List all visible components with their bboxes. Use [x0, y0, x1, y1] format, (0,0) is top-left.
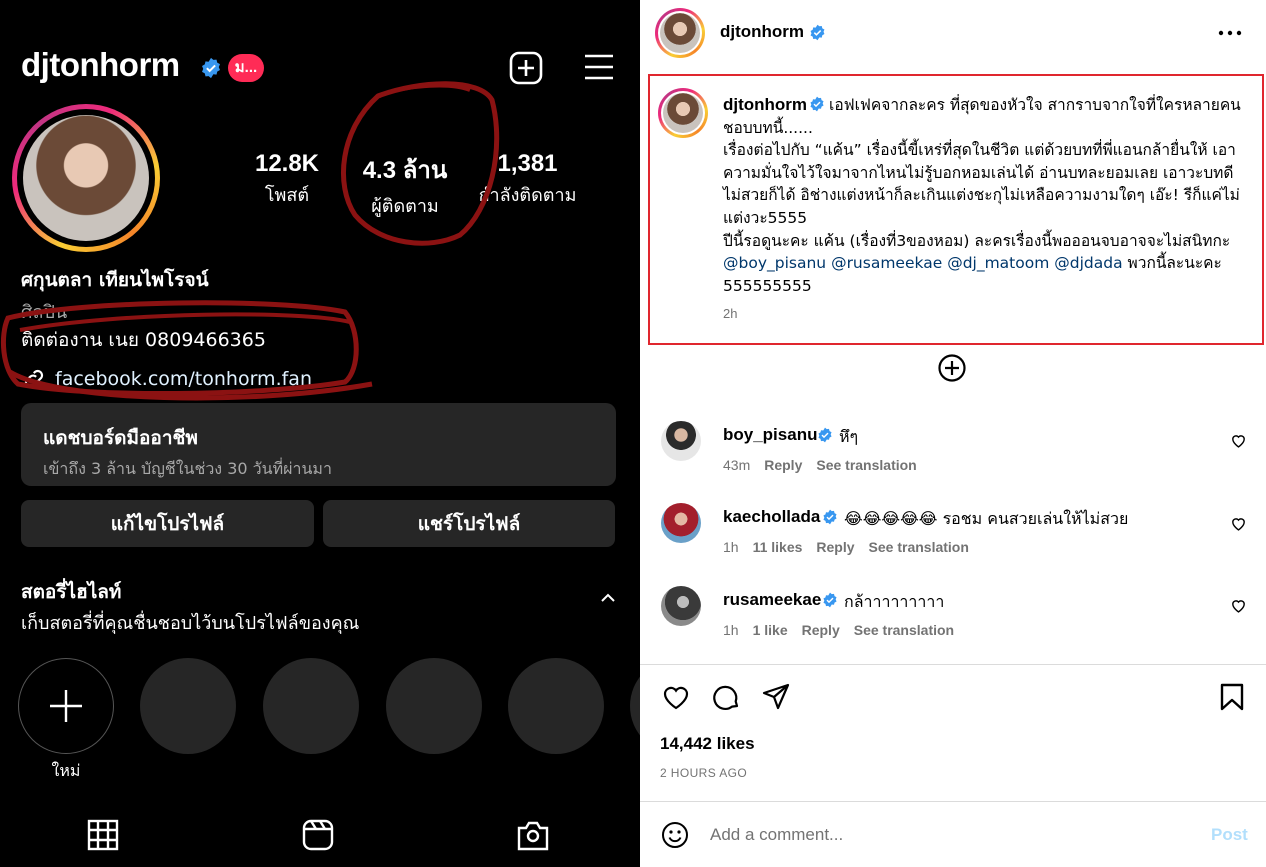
- tagged-tab-icon[interactable]: [516, 818, 550, 852]
- profile-username: djtonhorm: [21, 46, 180, 83]
- new-highlight-button[interactable]: [18, 658, 114, 754]
- heart-icon[interactable]: [1230, 432, 1247, 449]
- highlights-subtitle: เก็บสตอรี่ที่คุณชื่นชอบไว้บนโปรไฟล์ของคุ…: [21, 613, 360, 634]
- caption-block: djtonhorm เอฟเฟคจากละคร ที่สุดของหัวใจ สา…: [648, 74, 1264, 345]
- more-options-icon[interactable]: [1218, 22, 1242, 44]
- comment-text: กล้าาาาาาาาา: [844, 592, 945, 611]
- comment-meta: 43m Reply See translation: [723, 457, 917, 473]
- verified-badge-icon: [818, 427, 832, 443]
- heart-icon[interactable]: [1230, 597, 1247, 614]
- profile-contact: ติดต่องาน เนย 0809466365: [21, 329, 266, 351]
- notification-badge[interactable]: ม...: [228, 54, 264, 82]
- link-icon: [24, 369, 44, 389]
- comment-text: หึๆ: [839, 427, 859, 446]
- save-bookmark-icon[interactable]: [1217, 682, 1247, 712]
- verified-badge-icon: [810, 96, 824, 112]
- see-translation-button[interactable]: See translation: [854, 622, 954, 638]
- new-highlight-label: ใหม่: [51, 761, 81, 780]
- stat-posts[interactable]: 12.8K โพสต์: [242, 150, 332, 209]
- see-translation-button[interactable]: See translation: [869, 539, 969, 555]
- comment-like-count[interactable]: 1 like: [753, 622, 788, 638]
- see-translation-button[interactable]: See translation: [816, 457, 916, 473]
- caption-text: djtonhorm เอฟเฟคจากละคร ที่สุดของหัวใจ สา…: [723, 95, 1241, 295]
- commenter-avatar[interactable]: [661, 503, 701, 543]
- comment-username[interactable]: rusameekae: [723, 590, 821, 610]
- comment-time: 1h: [723, 622, 739, 638]
- reply-button[interactable]: Reply: [764, 457, 802, 473]
- profile-panel: djtonhorm ม... 12.8K โพสต์ 4.3 ล้าน ผู้ต…: [0, 0, 640, 867]
- highlight-placeholder: [140, 658, 236, 754]
- comment-input[interactable]: [710, 820, 1190, 850]
- heart-icon[interactable]: [1230, 515, 1247, 532]
- post-date: 2 HOURS AGO: [660, 766, 748, 780]
- post-author-avatar[interactable]: [655, 8, 705, 58]
- comment-meta: 1h 11 likes Reply See translation: [723, 539, 969, 555]
- highlight-placeholder: [263, 658, 359, 754]
- commenter-avatar[interactable]: [661, 421, 701, 461]
- comment-meta: 1h 1 like Reply See translation: [723, 622, 954, 638]
- load-more-comments-icon[interactable]: [937, 353, 967, 383]
- highlights-title: สตอรี่ไฮไลท์: [21, 581, 122, 603]
- share-profile-button[interactable]: แชร์โปรไฟล์: [323, 500, 615, 547]
- likes-count[interactable]: 14,442 likes: [660, 734, 755, 754]
- reply-button[interactable]: Reply: [816, 539, 854, 555]
- create-post-icon[interactable]: [509, 51, 543, 85]
- mention-link[interactable]: @rusameekae: [831, 254, 942, 272]
- divider: [640, 801, 1266, 802]
- post-comment-button[interactable]: Post: [1211, 825, 1248, 845]
- grid-tab-icon[interactable]: [86, 818, 120, 852]
- stat-followers[interactable]: 4.3 ล้าน ผู้ติดตาม: [350, 150, 460, 220]
- comment-time: 43m: [723, 457, 751, 473]
- caption-author-avatar[interactable]: [658, 88, 708, 138]
- chevron-up-icon[interactable]: [598, 588, 618, 608]
- edit-profile-button[interactable]: แก้ไขโปรไฟล์: [21, 500, 314, 547]
- caption-author-username[interactable]: djtonhorm: [723, 95, 807, 114]
- highlight-placeholder: [386, 658, 482, 754]
- stat-following[interactable]: 1,381 กำลังติดตาม: [470, 150, 585, 209]
- commenter-avatar[interactable]: [661, 586, 701, 626]
- verified-badge-icon: [202, 57, 220, 79]
- divider: [640, 664, 1266, 665]
- mention-link[interactable]: @djdada: [1054, 254, 1122, 272]
- highlight-placeholder: [508, 658, 604, 754]
- professional-dashboard[interactable]: แดชบอร์ดมืออาชีพ เข้าถึง 3 ล้าน บัญชีในช…: [21, 403, 616, 486]
- caption-timestamp: 2h: [723, 306, 738, 321]
- verified-badge-icon: [823, 509, 837, 525]
- profile-link[interactable]: facebook.com/tonhorm.fan: [21, 366, 312, 392]
- post-panel: djtonhorm djtonhorm เอฟเฟคจากละคร ที่สุดข…: [640, 0, 1266, 867]
- highlight-placeholder: [630, 658, 640, 754]
- mention-link[interactable]: @dj_matoom: [947, 254, 1049, 272]
- menu-icon[interactable]: [583, 53, 615, 81]
- verified-badge-icon: [810, 24, 825, 41]
- share-icon[interactable]: [761, 682, 791, 712]
- profile-full-name: ศกุนตลา เทียนไพโรจน์: [21, 269, 209, 291]
- comment-like-count[interactable]: 11 likes: [753, 539, 803, 555]
- emoji-icon[interactable]: [661, 821, 689, 849]
- comment-icon[interactable]: [711, 682, 741, 712]
- comment-text: 😂😂😂😂😂 รอชม คนสวยเล่นให้ไม่สวย: [844, 509, 1129, 528]
- profile-category: ศิลปิน: [21, 302, 68, 323]
- reply-button[interactable]: Reply: [802, 622, 840, 638]
- comment-username[interactable]: boy_pisanu: [723, 425, 817, 445]
- mention-link[interactable]: @boy_pisanu: [723, 254, 826, 272]
- like-icon[interactable]: [661, 682, 691, 712]
- post-author-username[interactable]: djtonhorm: [720, 22, 804, 42]
- reels-tab-icon[interactable]: [301, 818, 335, 852]
- profile-avatar[interactable]: [12, 104, 160, 252]
- plus-icon: [50, 690, 82, 722]
- comment-time: 1h: [723, 539, 739, 555]
- verified-badge-icon: [823, 592, 837, 608]
- comment-username[interactable]: kaechollada: [723, 507, 820, 527]
